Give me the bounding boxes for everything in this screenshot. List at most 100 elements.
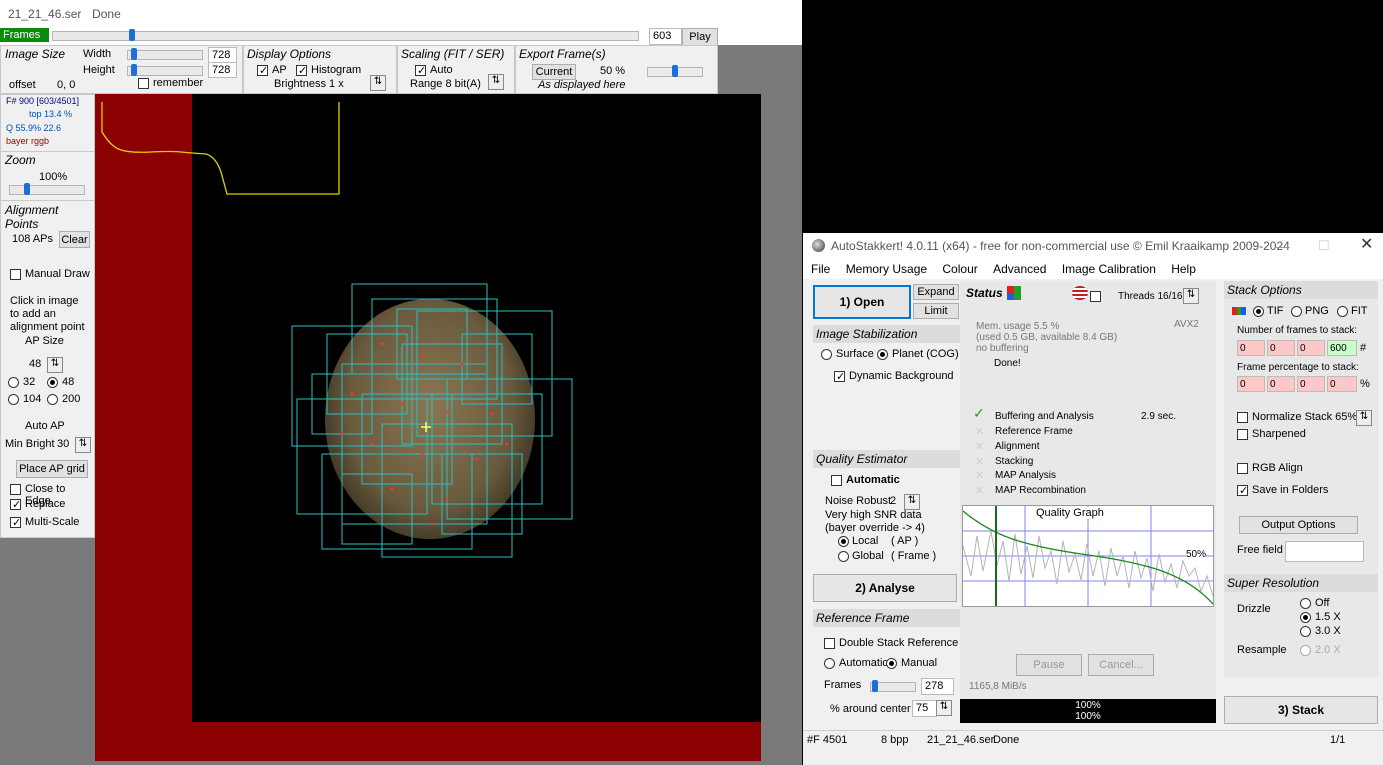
title-status: Done <box>92 7 121 21</box>
around-center-field[interactable]: 75 <box>912 700 937 717</box>
pct-field-3[interactable]: 0 <box>1297 376 1325 392</box>
global-radio[interactable] <box>838 551 849 562</box>
auto-scaling-checkbox[interactable] <box>415 64 426 77</box>
save-folders-checkbox[interactable] <box>1237 484 1248 497</box>
nframes-field-3[interactable]: 0 <box>1297 340 1325 356</box>
ap-size-32-radio[interactable] <box>8 377 19 388</box>
cancel-button[interactable]: Cancel... <box>1088 654 1154 676</box>
open-button[interactable]: 1) Open <box>813 285 911 319</box>
step-pending-icon: ✕ <box>975 485 985 497</box>
menu-image-calibration[interactable]: Image Calibration <box>1062 259 1156 279</box>
nframes-field-4[interactable]: 600 <box>1327 340 1357 356</box>
clear-button[interactable]: Clear <box>59 231 90 248</box>
drizzle-off-radio[interactable] <box>1300 598 1311 609</box>
maximize-icon[interactable]: ☐ <box>1318 233 1330 259</box>
ap-size-104-radio[interactable] <box>8 394 19 405</box>
pause-button[interactable]: Pause <box>1016 654 1082 676</box>
sharpened-checkbox[interactable] <box>1237 429 1248 440</box>
export-panel: Export Frame(s) Current 50 % As displaye… <box>515 45 718 94</box>
planet-cog-radio[interactable] <box>877 349 888 360</box>
height-slider-thumb[interactable] <box>131 64 137 76</box>
menu-advanced[interactable]: Advanced <box>993 259 1046 279</box>
close-icon[interactable]: ✕ <box>1360 232 1373 258</box>
statusbar-page: 1/1 <box>1330 734 1346 746</box>
width-slider-thumb[interactable] <box>131 48 137 60</box>
pct-field-1[interactable]: 0 <box>1237 376 1265 392</box>
resample-20x-radio[interactable] <box>1300 645 1311 656</box>
menu-memory-usage[interactable]: Memory Usage <box>846 259 927 279</box>
ap-size-48-radio[interactable] <box>47 377 58 388</box>
tif-radio[interactable] <box>1253 306 1264 317</box>
menu-help[interactable]: Help <box>1171 259 1196 279</box>
ap-size-spinner-icon[interactable]: ⇅ <box>47 357 63 373</box>
ap-size-200-radio[interactable] <box>47 394 58 405</box>
frame-number-field[interactable]: 603 <box>649 28 682 45</box>
output-options-button[interactable]: Output Options <box>1239 516 1358 534</box>
min-bright-spinner-icon[interactable]: ⇅ <box>75 437 91 453</box>
histogram-checkbox[interactable] <box>296 64 307 77</box>
close-to-edge-checkbox[interactable] <box>10 484 21 495</box>
dynamic-background-checkbox[interactable] <box>834 370 845 383</box>
menu-colour[interactable]: Colour <box>942 259 977 279</box>
normalize-spinner-icon[interactable]: ⇅ <box>1356 410 1372 426</box>
flag-checkbox[interactable] <box>1090 291 1101 302</box>
multi-scale-checkbox[interactable] <box>10 516 21 529</box>
frames-slider-thumb[interactable] <box>129 29 135 41</box>
fit-radio[interactable] <box>1337 306 1348 317</box>
double-stack-checkbox[interactable] <box>824 638 835 649</box>
width-slider[interactable] <box>127 50 203 60</box>
drizzle-15x-radio[interactable] <box>1300 612 1311 623</box>
automatic-qe-checkbox[interactable] <box>831 475 842 486</box>
step-pending-icon: ✕ <box>975 456 985 468</box>
ap-checkbox[interactable] <box>257 64 268 77</box>
remember-checkbox[interactable] <box>138 78 149 89</box>
resample-20x-label: 2.0 X <box>1315 644 1341 656</box>
zoom-slider-thumb[interactable] <box>24 183 30 195</box>
colour-format-icon <box>1232 307 1246 315</box>
analyse-button[interactable]: 2) Analyse <box>813 574 957 602</box>
height-slider[interactable] <box>127 66 203 76</box>
range-spinner-icon[interactable]: ⇅ <box>488 74 504 90</box>
export-slider-thumb[interactable] <box>672 65 678 77</box>
zoom-slider[interactable] <box>9 185 85 195</box>
limit-button[interactable]: Limit <box>913 303 959 319</box>
replace-checkbox[interactable] <box>10 498 21 511</box>
rgb-align-checkbox[interactable] <box>1237 463 1248 474</box>
noise-robust-spinner-icon[interactable]: ⇅ <box>904 494 920 510</box>
ref-frames-field[interactable]: 278 <box>921 678 954 695</box>
hash-label: # <box>1360 342 1367 354</box>
place-ap-grid-button[interactable]: Place AP grid <box>16 460 88 478</box>
local-radio[interactable] <box>838 536 849 547</box>
menu-file[interactable]: File <box>811 259 830 279</box>
fit-label: FIT <box>1351 305 1368 317</box>
nframes-field-2[interactable]: 0 <box>1267 340 1295 356</box>
nframes-field-1[interactable]: 0 <box>1237 340 1265 356</box>
manual-draw-checkbox[interactable] <box>10 269 21 280</box>
ref-automatic-radio[interactable] <box>824 658 835 669</box>
height-field[interactable]: 728 <box>208 62 237 78</box>
current-button[interactable]: Current <box>532 64 576 80</box>
quality-graph-50pct: 50% <box>1186 549 1207 560</box>
stack-button[interactable]: 3) Stack <box>1224 696 1378 724</box>
image-canvas[interactable] <box>95 94 761 761</box>
png-radio[interactable] <box>1291 306 1302 317</box>
expand-button[interactable]: Expand <box>913 284 959 300</box>
play-button[interactable]: Play <box>682 28 718 46</box>
ap-size-label: AP Size <box>25 335 64 347</box>
free-field-input[interactable] <box>1285 541 1364 562</box>
normalize-checkbox[interactable] <box>1237 412 1248 423</box>
threads-spinner-icon[interactable]: ⇅ <box>1183 288 1199 304</box>
minimize-icon[interactable]: — <box>1275 233 1289 259</box>
sharpened-label: Sharpened <box>1252 428 1306 440</box>
ref-frames-slider-thumb[interactable] <box>872 680 878 692</box>
pct-field-4[interactable]: 0 <box>1327 376 1357 392</box>
drizzle-30x-radio[interactable] <box>1300 626 1311 637</box>
pct-field-2[interactable]: 0 <box>1267 376 1295 392</box>
stack-options-panel: Stack Options TIF PNG FIT Number of fram… <box>1224 281 1378 677</box>
surface-radio[interactable] <box>821 349 832 360</box>
brightness-spinner-icon[interactable]: ⇅ <box>370 75 386 91</box>
frames-slider[interactable] <box>52 31 639 41</box>
width-field[interactable]: 728 <box>208 47 237 63</box>
around-center-spinner-icon[interactable]: ⇅ <box>936 700 952 716</box>
ref-manual-radio[interactable] <box>886 658 897 669</box>
